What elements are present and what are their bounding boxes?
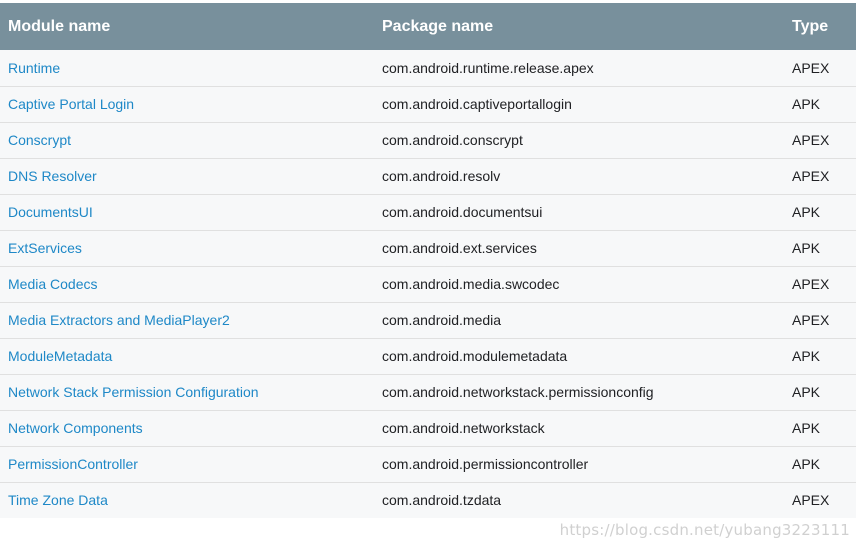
header-module-name: Module name <box>8 17 111 35</box>
type-cell: APK <box>792 348 821 364</box>
module-cell: PermissionController <box>0 446 374 482</box>
mainline-modules-table: Module name Package name Type Runtime co… <box>0 3 856 518</box>
type-cell: APK <box>792 384 821 400</box>
module-cell: Time Zone Data <box>0 482 374 518</box>
table-row: DocumentsUI com.android.documentsui APK <box>0 194 856 230</box>
type-cell: APK <box>792 456 821 472</box>
module-link[interactable]: Network Stack Permission Configuration <box>8 384 259 400</box>
module-cell: DocumentsUI <box>0 194 374 230</box>
package-cell: com.android.media.swcodec <box>382 276 560 292</box>
table-row: Conscrypt com.android.conscrypt APEX <box>0 122 856 158</box>
module-cell: Media Codecs <box>0 266 374 302</box>
package-cell: com.android.resolv <box>382 168 501 184</box>
module-cell: Network Stack Permission Configuration <box>0 374 374 410</box>
package-cell: com.android.documentsui <box>382 204 543 220</box>
watermark-text: https://blog.csdn.net/yubang3223111 <box>559 521 850 539</box>
table-row: Runtime com.android.runtime.release.apex… <box>0 50 856 86</box>
module-link[interactable]: Media Codecs <box>8 276 98 292</box>
type-cell: APEX <box>792 168 830 184</box>
package-cell: com.android.modulemetadata <box>382 348 568 364</box>
module-link[interactable]: ModuleMetadata <box>8 348 112 364</box>
package-cell: com.android.tzdata <box>382 492 502 509</box>
table-row: Media Extractors and MediaPlayer2 com.an… <box>0 302 856 338</box>
table-row: DNS Resolver com.android.resolv APEX <box>0 158 856 194</box>
page: Module name Package name Type Runtime co… <box>0 0 858 549</box>
module-cell: Network Components <box>0 410 374 446</box>
module-cell: Captive Portal Login <box>0 86 374 122</box>
module-link[interactable]: ExtServices <box>8 240 82 256</box>
type-cell: APEX <box>792 492 830 509</box>
header-type: Type <box>792 17 829 35</box>
module-cell: Conscrypt <box>0 122 374 158</box>
table-header: Module name Package name Type <box>0 3 856 50</box>
table-row: PermissionController com.android.permiss… <box>0 446 856 482</box>
module-link[interactable]: Runtime <box>8 60 60 76</box>
module-cell: DNS Resolver <box>0 158 374 194</box>
type-cell: APEX <box>792 312 830 328</box>
module-link[interactable]: DocumentsUI <box>8 204 93 220</box>
type-cell: APK <box>792 240 821 256</box>
module-link[interactable]: Captive Portal Login <box>8 96 134 112</box>
package-cell: com.android.runtime.release.apex <box>382 59 594 76</box>
module-link[interactable]: DNS Resolver <box>8 168 97 184</box>
package-cell: com.android.permissioncontroller <box>382 456 589 472</box>
module-cell: ExtServices <box>0 230 374 266</box>
table-row: ExtServices com.android.ext.services APK <box>0 230 856 266</box>
package-cell: com.android.networkstack.permissionconfi… <box>382 384 654 400</box>
module-cell: ModuleMetadata <box>0 338 374 374</box>
table-row: Time Zone Data com.android.tzdata APEX <box>0 482 856 518</box>
package-cell: com.android.ext.services <box>382 240 537 256</box>
package-cell: com.android.networkstack <box>382 420 545 436</box>
table-row: ModuleMetadata com.android.modulemetadat… <box>0 338 856 374</box>
type-cell: APK <box>792 96 821 112</box>
module-link[interactable]: Conscrypt <box>8 132 71 148</box>
package-cell: com.android.media <box>382 312 502 328</box>
module-cell: Runtime <box>0 50 374 86</box>
type-cell: APK <box>792 420 821 436</box>
table-row: Network Stack Permission Configuration c… <box>0 374 856 410</box>
module-link[interactable]: PermissionController <box>8 456 138 472</box>
table-row: Network Components com.android.networkst… <box>0 410 856 446</box>
module-link[interactable]: Network Components <box>8 420 143 436</box>
module-link[interactable]: Media Extractors and MediaPlayer2 <box>8 312 230 328</box>
type-cell: APEX <box>792 132 830 148</box>
header-package-name: Package name <box>382 17 494 35</box>
type-cell: APK <box>792 204 821 220</box>
type-cell: APEX <box>792 59 830 76</box>
package-cell: com.android.conscrypt <box>382 132 523 148</box>
table-row: Captive Portal Login com.android.captive… <box>0 86 856 122</box>
package-cell: com.android.captiveportallogin <box>382 96 572 112</box>
table-body: Runtime com.android.runtime.release.apex… <box>0 50 856 518</box>
table-row: Media Codecs com.android.media.swcodec A… <box>0 266 856 302</box>
module-link[interactable]: Time Zone Data <box>8 492 108 508</box>
type-cell: APEX <box>792 276 830 292</box>
table-header-row: Module name Package name Type <box>0 3 856 50</box>
module-cell: Media Extractors and MediaPlayer2 <box>0 302 374 338</box>
